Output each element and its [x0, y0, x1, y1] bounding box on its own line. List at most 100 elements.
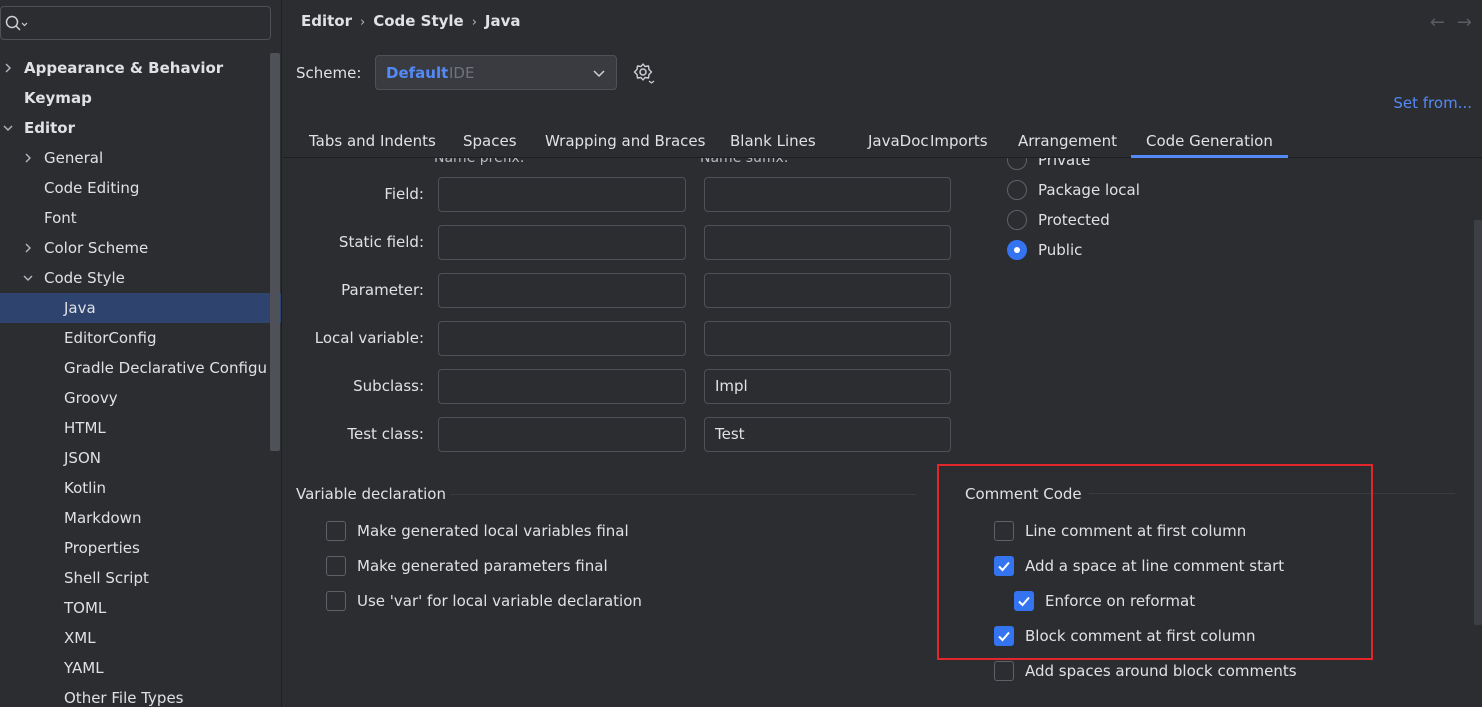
sidebar-item[interactable]: Kotlin: [0, 473, 281, 503]
sidebar-item[interactable]: General: [0, 143, 281, 173]
set-from-link[interactable]: Set from...: [1393, 94, 1472, 112]
tab[interactable]: Blank Lines: [715, 126, 831, 158]
sidebar-item-label: Properties: [64, 539, 140, 557]
arrow-right-icon[interactable]: →: [1457, 12, 1472, 33]
checkbox[interactable]: [326, 591, 346, 611]
visibility-option-label: Public: [1038, 241, 1083, 259]
name-suffix-input[interactable]: Test: [704, 417, 951, 452]
sidebar-item[interactable]: Markdown: [0, 503, 281, 533]
name-suffix-input[interactable]: [704, 321, 951, 356]
checkbox-option[interactable]: Use 'var' for local variable declaration: [326, 590, 642, 612]
name-prefix-input[interactable]: [438, 273, 686, 308]
sidebar-item[interactable]: Color Scheme: [0, 233, 281, 263]
checkbox-option[interactable]: Add spaces around block comments: [994, 660, 1297, 682]
chevron-right-icon[interactable]: [2, 53, 14, 83]
name-prefix-input[interactable]: [438, 177, 686, 212]
tab[interactable]: Imports: [915, 126, 1003, 158]
code-style-tabs: Tabs and Indents Spaces Wrapping and Brace…: [283, 126, 1482, 158]
sidebar-item[interactable]: EditorConfig: [0, 323, 281, 353]
breadcrumb-separator-icon: ›: [360, 15, 366, 30]
checkbox-label: Make generated parameters final: [357, 557, 608, 575]
visibility-option[interactable]: Protected: [1007, 208, 1110, 232]
radio-button[interactable]: [1007, 240, 1027, 260]
tab[interactable]: Code Generation: [1131, 126, 1288, 158]
scheme-label: Scheme:: [296, 64, 362, 82]
settings-search-input[interactable]: [0, 6, 271, 40]
visibility-option-label: Private: [1038, 158, 1091, 169]
sidebar-item[interactable]: Properties: [0, 533, 281, 563]
visibility-option[interactable]: Private: [1007, 158, 1090, 172]
sidebar-item-label: Keymap: [24, 89, 92, 107]
name-prefix-header: Name prefix:: [434, 158, 525, 166]
sidebar-item[interactable]: JSON: [0, 443, 281, 473]
sidebar-item[interactable]: TOML: [0, 593, 281, 623]
history-navigation: ← →: [1430, 12, 1472, 33]
sidebar-item-label: Code Editing: [44, 179, 140, 197]
tab[interactable]: Spaces: [448, 126, 532, 158]
chevron-down-icon[interactable]: [22, 263, 34, 293]
sidebar-item[interactable]: Code Editing: [0, 173, 281, 203]
checkbox[interactable]: [326, 521, 346, 541]
name-suffix-input[interactable]: [704, 177, 951, 212]
sidebar-item-label: Kotlin: [64, 479, 106, 497]
sidebar-item[interactable]: Appearance & Behavior: [0, 53, 281, 83]
sidebar-item[interactable]: YAML: [0, 653, 281, 683]
sidebar-item[interactable]: XML: [0, 623, 281, 653]
breadcrumb-item[interactable]: Editor: [301, 12, 352, 30]
name-prefix-input[interactable]: [438, 225, 686, 260]
name-suffix-input[interactable]: [704, 273, 951, 308]
sidebar-item[interactable]: Gradle Declarative Configu: [0, 353, 281, 383]
visibility-option[interactable]: Public: [1007, 238, 1082, 262]
tab[interactable]: Arrangement: [1003, 126, 1132, 158]
checkbox-label: Add spaces around block comments: [1025, 662, 1297, 680]
visibility-option-label: Protected: [1038, 211, 1110, 229]
breadcrumb-item[interactable]: Code Style: [373, 12, 464, 30]
naming-row-label: Static field:: [338, 233, 424, 251]
sidebar-scrollbar[interactable]: [270, 53, 280, 451]
visibility-option[interactable]: Package local: [1007, 178, 1140, 202]
gear-icon[interactable]: [633, 62, 655, 84]
sidebar-item[interactable]: Editor: [0, 113, 281, 143]
chevron-right-icon[interactable]: [22, 143, 34, 173]
checkbox[interactable]: [994, 661, 1014, 681]
checkbox-label: Make generated local variables final: [357, 522, 629, 540]
checkbox-option[interactable]: Make generated parameters final: [326, 555, 608, 577]
radio-button[interactable]: [1007, 180, 1027, 200]
name-suffix-input[interactable]: Impl: [704, 369, 951, 404]
sidebar-item-label: Markdown: [64, 509, 142, 527]
radio-button[interactable]: [1007, 158, 1027, 170]
arrow-left-icon[interactable]: ←: [1430, 12, 1445, 33]
naming-row-label: Parameter:: [341, 281, 424, 299]
chevron-down-icon[interactable]: [2, 113, 14, 143]
content-scrollbar[interactable]: [1474, 220, 1482, 625]
settings-tree: Appearance & Behavior Keymap Editor General…: [0, 53, 281, 707]
name-prefix-input[interactable]: [438, 321, 686, 356]
name-prefix-input[interactable]: [438, 417, 686, 452]
checkbox[interactable]: [326, 556, 346, 576]
naming-row-label: Subclass:: [353, 377, 424, 395]
sidebar-item-label: Editor: [24, 119, 75, 137]
checkbox-option[interactable]: Make generated local variables final: [326, 520, 629, 542]
radio-button[interactable]: [1007, 210, 1027, 230]
variable-declaration-title: Variable declaration: [296, 485, 446, 503]
sidebar-item[interactable]: Font: [0, 203, 281, 233]
sidebar-item[interactable]: Keymap: [0, 83, 281, 113]
name-suffix-input[interactable]: [704, 225, 951, 260]
name-prefix-input[interactable]: [438, 369, 686, 404]
tab[interactable]: Wrapping and Braces: [530, 126, 720, 158]
sidebar-item[interactable]: Groovy: [0, 383, 281, 413]
breadcrumb: Editor › Code Style › Java: [301, 9, 521, 33]
sidebar-item-label: EditorConfig: [64, 329, 157, 347]
sidebar-item[interactable]: Other File Types: [0, 683, 281, 707]
naming-row-label: Test class:: [347, 425, 424, 443]
sidebar-item[interactable]: Code Style: [0, 263, 281, 293]
sidebar-item-label: Java: [64, 299, 96, 317]
sidebar-item[interactable]: Java: [0, 293, 281, 323]
sidebar-item-label: Groovy: [64, 389, 118, 407]
sidebar-item[interactable]: Shell Script: [0, 563, 281, 593]
sidebar-item-label: Appearance & Behavior: [24, 59, 224, 77]
sidebar-item[interactable]: HTML: [0, 413, 281, 443]
tab[interactable]: Tabs and Indents: [294, 126, 451, 158]
scheme-dropdown[interactable]: Default IDE: [375, 55, 617, 90]
chevron-right-icon[interactable]: [22, 233, 34, 263]
